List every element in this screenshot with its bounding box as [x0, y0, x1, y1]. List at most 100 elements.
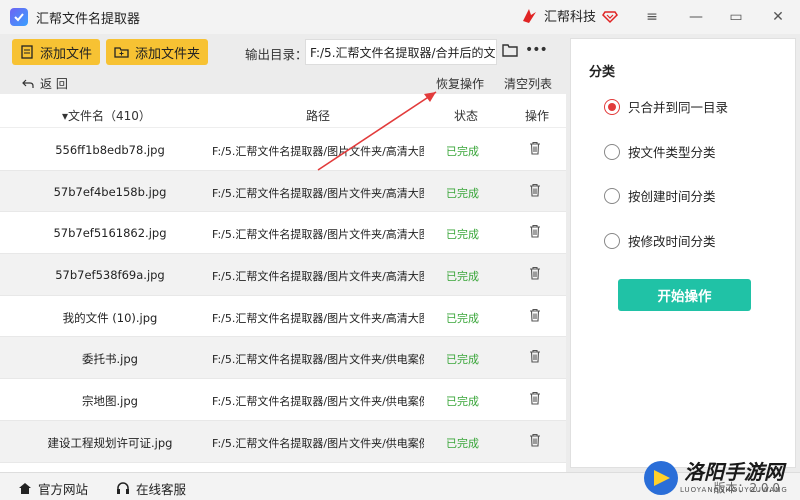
add-file-label: 添加文件 — [40, 46, 93, 62]
watermark: 洛阳手游网 LUOYANGSHOUYOUWANG — [640, 456, 798, 500]
file-name: 57b7ef538f69a.jpg — [55, 268, 165, 283]
website-link[interactable]: 官方网站 — [18, 479, 88, 498]
name-column-header[interactable]: ▾文件名（410） — [62, 107, 151, 124]
status-badge: 已完成 — [446, 270, 479, 284]
file-name: 委托书.jpg — [82, 352, 138, 367]
start-button[interactable]: 开始操作 — [618, 279, 751, 311]
trash-icon[interactable] — [529, 391, 541, 405]
file-name: 57b7ef5161862.jpg — [53, 226, 167, 241]
watermark-logo-icon — [644, 461, 678, 495]
trash-icon[interactable] — [529, 141, 541, 155]
output-dir-field[interactable]: F:/5.汇帮文件名提取器/合并后的文件 — [305, 39, 497, 65]
watermark-text: 洛阳手游网 — [684, 460, 784, 484]
restore-button[interactable]: 恢复操作 — [436, 75, 484, 92]
table-row[interactable]: 建设工程规划许可证.jpg F:/5.汇帮文件名提取器/图片文件夹/供电案例/建… — [0, 420, 566, 463]
back-button[interactable]: 返 回 — [22, 75, 68, 92]
minimize-icon[interactable]: — — [684, 6, 708, 28]
file-path: F:/5.汇帮文件名提取器/图片文件夹/供电案例/宗 — [212, 395, 424, 409]
home-icon — [19, 483, 31, 494]
add-folder-button[interactable]: 添加文件夹 — [106, 39, 209, 65]
radio-selected[interactable] — [604, 98, 620, 115]
status-badge: 已完成 — [446, 186, 479, 200]
file-path: F:/5.汇帮文件名提取器/图片文件夹/高清大图/57 — [212, 228, 424, 242]
brand-logo-icon — [523, 8, 536, 23]
file-path: F:/5.汇帮文件名提取器/图片文件夹/高清大图/57 — [212, 270, 424, 284]
file-path: F:/5.汇帮文件名提取器/图片文件夹/供电案例/建 — [212, 436, 424, 450]
output-dir-label: 输出目录： — [245, 47, 308, 62]
classify-panel: 分类 只合并到同一目录 按文件类型分类 按创建时间分类 按修改时间分类 开始操作 — [570, 38, 796, 468]
action-column-header: 操作 — [525, 109, 550, 123]
table-row[interactable]: 委托书.jpg F:/5.汇帮文件名提取器/图片文件夹/供电案例/委 已完成 — [0, 337, 566, 380]
table-row[interactable]: 556ff1b8edb78.jpg F:/5.汇帮文件名提取器/图片文件夹/高清… — [0, 129, 566, 171]
toolbar: 添加文件 添加文件夹 输出目录： F:/5.汇帮文件名提取器/合并后的文件 ••… — [0, 34, 566, 72]
name-header-label: 文件名（410） — [68, 109, 151, 123]
support-label: 在线客服 — [136, 482, 187, 497]
add-folder-label: 添加文件夹 — [135, 46, 201, 62]
status-badge: 已完成 — [446, 353, 479, 367]
brand-name: 汇帮科技 — [544, 10, 597, 25]
brand: 汇帮科技 — [520, 6, 618, 25]
status-badge: 已完成 — [446, 145, 479, 158]
file-name: 57b7ef4be158b.jpg — [53, 184, 167, 199]
option-by-modified[interactable]: 按修改时间分类 — [604, 231, 716, 250]
open-folder-icon[interactable] — [502, 43, 518, 57]
radio[interactable] — [604, 143, 620, 160]
folder-add-icon — [114, 47, 129, 58]
table-row[interactable]: 宗地图.jpg F:/5.汇帮文件名提取器/图片文件夹/供电案例/宗 已完成 — [0, 379, 566, 421]
trash-icon[interactable] — [529, 266, 541, 280]
trash-icon[interactable] — [529, 183, 541, 197]
headset-icon — [117, 481, 129, 494]
maximize-icon[interactable]: ▭ — [724, 6, 748, 28]
clear-list-button[interactable]: 清空列表 — [504, 75, 552, 92]
option-by-type[interactable]: 按文件类型分类 — [604, 142, 716, 161]
option-same-dir[interactable]: 只合并到同一目录 — [604, 97, 728, 116]
trash-icon[interactable] — [529, 433, 541, 447]
radio[interactable] — [604, 187, 620, 204]
table-row[interactable]: 57b7ef538f69a.jpg F:/5.汇帮文件名提取器/图片文件夹/高清… — [0, 254, 566, 296]
file-name: 556ff1b8edb78.jpg — [55, 143, 165, 157]
table-row[interactable]: 57b7ef5161862.jpg F:/5.汇帮文件名提取器/图片文件夹/高清… — [0, 212, 566, 255]
option-label: 按创建时间分类 — [628, 189, 716, 204]
close-icon[interactable]: ✕ — [766, 6, 790, 28]
option-label: 按文件类型分类 — [628, 145, 716, 160]
menu-icon[interactable]: ≡ — [640, 6, 664, 28]
back-arrow-icon — [22, 79, 34, 88]
file-path: F:/5.汇帮文件名提取器/图片文件夹/高清大图/57 — [212, 186, 424, 200]
file-rows: 556ff1b8edb78.jpg F:/5.汇帮文件名提取器/图片文件夹/高清… — [0, 129, 566, 463]
status-badge: 已完成 — [446, 228, 479, 242]
status-badge: 已完成 — [446, 436, 479, 450]
add-file-button[interactable]: 添加文件 — [12, 39, 101, 65]
app-title: 汇帮文件名提取器 — [36, 11, 141, 27]
app-logo-icon — [10, 8, 28, 26]
website-label: 官方网站 — [38, 482, 89, 497]
option-label: 按修改时间分类 — [628, 234, 716, 249]
file-list-area: 返 回 恢复操作 清空列表 ▾文件名（410） 路径 状态 操作 556ff1b… — [0, 72, 566, 472]
status-badge: 已完成 — [446, 311, 479, 325]
table-row[interactable]: 57b7ef4be158b.jpg F:/5.汇帮文件名提取器/图片文件夹/高清… — [0, 170, 566, 213]
table-row[interactable]: 我的文件 (10).jpg F:/5.汇帮文件名提取器/图片文件夹/高清大图/我… — [0, 296, 566, 338]
vip-diamond-icon[interactable] — [602, 8, 618, 24]
option-by-created[interactable]: 按创建时间分类 — [604, 186, 716, 205]
trash-icon[interactable] — [529, 308, 541, 322]
file-name: 宗地图.jpg — [82, 394, 138, 409]
nav-row: 返 回 恢复操作 清空列表 — [0, 72, 566, 94]
status-column-header: 状态 — [454, 109, 479, 123]
support-link[interactable]: 在线客服 — [116, 479, 186, 498]
file-icon — [21, 45, 33, 59]
back-label: 返 回 — [40, 77, 68, 91]
more-options-icon[interactable]: ••• — [525, 42, 548, 58]
trash-icon[interactable] — [529, 349, 541, 363]
trash-icon[interactable] — [529, 224, 541, 238]
file-path: F:/5.汇帮文件名提取器/图片文件夹/高清大图/我 — [212, 311, 424, 325]
file-name: 我的文件 (10).jpg — [62, 310, 158, 325]
option-label: 只合并到同一目录 — [628, 100, 729, 115]
file-path: F:/5.汇帮文件名提取器/图片文件夹/供电案例/委 — [212, 353, 424, 367]
status-badge: 已完成 — [446, 395, 479, 409]
panel-title: 分类 — [589, 65, 616, 80]
file-path: F:/5.汇帮文件名提取器/图片文件夹/高清大图/55 — [212, 145, 424, 158]
table-header: ▾文件名（410） 路径 状态 操作 — [0, 100, 566, 128]
radio[interactable] — [604, 232, 620, 249]
file-name: 建设工程规划许可证.jpg — [47, 435, 173, 450]
path-column-header: 路径 — [306, 109, 331, 123]
watermark-subtext: LUOYANGSHOUYOUWANG — [680, 486, 788, 494]
